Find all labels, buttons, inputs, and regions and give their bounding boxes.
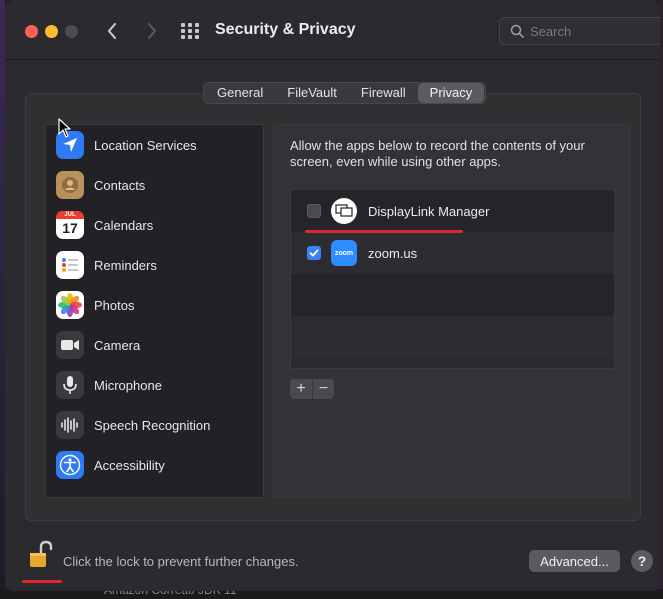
sidebar-item-label: Photos — [94, 297, 135, 313]
close-window-button[interactable] — [25, 25, 38, 38]
accessibility-icon — [56, 451, 84, 479]
mouse-cursor-icon — [58, 118, 71, 138]
calendar-icon-day: 17 — [62, 220, 78, 236]
zoom-window-button[interactable] — [65, 25, 78, 38]
sidebar-item-reminders[interactable]: Reminders — [56, 249, 157, 281]
app-name: zoom.us — [368, 245, 418, 261]
unlocked-padlock-icon — [30, 540, 53, 567]
sidebar-item-label: Microphone — [94, 377, 162, 393]
window-title: Security & Privacy — [215, 21, 356, 38]
sidebar-item-label: Speech Recognition — [94, 417, 211, 433]
waveform-icon — [56, 411, 84, 439]
zoom-icon-text: zoom — [334, 249, 354, 257]
sidebar-item-camera[interactable]: Camera — [56, 329, 140, 361]
displaylink-icon — [331, 198, 357, 224]
sidebar-item-label: Accessibility — [94, 457, 165, 473]
contacts-icon — [56, 171, 84, 199]
app-row-displaylink-manager[interactable]: DisplayLink Manager — [291, 190, 614, 232]
preferences-window: Security & Privacy General FileVault Fir… — [5, 0, 660, 591]
sidebar-item-label: Calendars — [94, 217, 154, 233]
sidebar-item-location-services[interactable]: Location Services — [56, 129, 197, 161]
title-bar: Security & Privacy — [5, 0, 660, 60]
screen-recording-panel: Allow the apps below to record the conte… — [273, 124, 630, 498]
chevron-left-icon — [108, 23, 116, 39]
add-remove-control: + − — [290, 379, 334, 399]
sidebar-item-accessibility[interactable]: Accessibility — [56, 449, 165, 481]
camera-icon — [56, 331, 84, 359]
checkmark-icon — [309, 249, 319, 257]
tab-bar: General FileVault Firewall Privacy — [203, 82, 487, 104]
sidebar-item-calendars[interactable]: JUL 17 Calendars — [56, 209, 153, 241]
advanced-button[interactable]: Advanced... — [529, 550, 620, 572]
list-empty-row — [291, 316, 614, 358]
back-button[interactable] — [101, 18, 123, 44]
zoom-us-checkbox[interactable] — [307, 246, 321, 260]
sidebar-item-speech-recognition[interactable]: Speech Recognition — [56, 409, 210, 441]
minimize-window-button[interactable] — [45, 25, 58, 38]
search-field[interactable] — [499, 17, 660, 45]
add-app-button[interactable]: + — [290, 379, 312, 399]
app-row-zoom-us[interactable]: zoom zoom.us — [291, 232, 614, 274]
help-button[interactable]: ? — [631, 550, 653, 572]
tab-firewall[interactable]: Firewall — [349, 83, 418, 103]
app-list: DisplayLink Manager zoom zoom.us — [290, 189, 615, 369]
sidebar-item-photos[interactable]: Photos — [56, 289, 134, 321]
sidebar-item-label: Reminders — [94, 257, 157, 273]
remove-app-button[interactable]: − — [312, 379, 334, 399]
sidebar-item-microphone[interactable]: Microphone — [56, 369, 162, 401]
reminders-icon — [56, 251, 84, 279]
chevron-right-icon — [148, 23, 156, 39]
forward-button[interactable] — [141, 18, 163, 44]
search-input[interactable] — [530, 23, 640, 39]
list-empty-row — [291, 274, 614, 316]
app-name: DisplayLink Manager — [368, 203, 490, 219]
sidebar-item-label: Camera — [94, 337, 141, 353]
annotation-underline — [22, 580, 62, 583]
tab-filevault[interactable]: FileVault — [275, 83, 349, 103]
sidebar-item-label: Location Services — [94, 137, 197, 153]
zoom-icon: zoom — [331, 240, 357, 266]
search-icon — [510, 24, 524, 38]
show-all-button[interactable] — [179, 21, 201, 41]
annotation-underline — [305, 230, 463, 233]
tab-general[interactable]: General — [205, 83, 275, 103]
permission-description: Allow the apps below to record the conte… — [290, 138, 585, 169]
sidebar-item-contacts[interactable]: Contacts — [56, 169, 145, 201]
photos-icon — [56, 291, 84, 319]
grid-icon — [181, 23, 199, 39]
lock-button[interactable] — [27, 540, 55, 570]
microphone-icon — [56, 371, 84, 399]
privacy-category-list: Location Services Contacts JUL 17 Calend… — [45, 124, 264, 498]
calendar-icon-month: JUL — [56, 211, 84, 219]
calendar-icon: JUL 17 — [56, 211, 84, 239]
tab-privacy[interactable]: Privacy — [417, 83, 485, 103]
displaylink-manager-checkbox[interactable] — [307, 204, 321, 218]
sidebar-item-label: Contacts — [94, 177, 146, 193]
lock-status-text: Click the lock to prevent further change… — [63, 554, 299, 569]
